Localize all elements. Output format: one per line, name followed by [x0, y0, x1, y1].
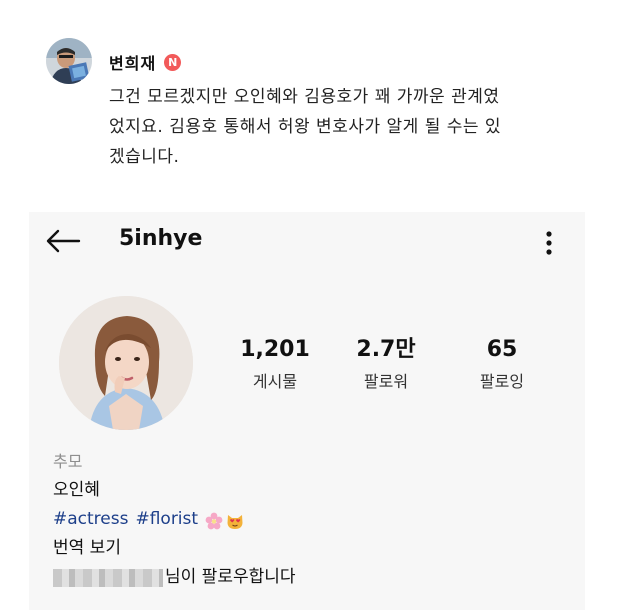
commenter-avatar[interactable] [46, 38, 92, 84]
posts-label: 게시물 [252, 372, 298, 391]
following-count: 65 [486, 337, 518, 362]
bio-category: 추모 [53, 452, 83, 471]
following-label: 팔로잉 [479, 372, 525, 391]
followed-by[interactable]: 님이 팔로우합니다 [53, 563, 573, 592]
posts-stat[interactable]: 1,201 게시물 [215, 336, 335, 392]
back-arrow-icon[interactable] [43, 226, 83, 256]
hashtag-link[interactable]: #florist [135, 505, 198, 534]
posts-count: 1,201 [240, 337, 310, 362]
blurred-usernames [53, 568, 163, 587]
profile-avatar[interactable] [59, 296, 193, 430]
hashtag-link[interactable]: #actress [53, 505, 128, 534]
comment-line: 었지요. 김용호 통해서 허왕 변호사가 알게 될 수는 있 [109, 117, 502, 137]
comment-author[interactable]: 변희재 [109, 50, 156, 74]
comment-text: 그건 모르겠지만 오인혜와 김용호가 꽤 가까운 관계였 었지요. 김용호 통해… [109, 82, 579, 172]
heart-eyes-cat-icon [226, 511, 244, 529]
followed-by-text: 님이 팔로우합니다 [165, 567, 296, 587]
instagram-profile-card: 5inhye 1,201 게시물 2.7만 팔로워 65 팔로잉 추모 오인혜 … [29, 212, 585, 610]
naver-badge-icon: N [164, 53, 182, 71]
more-options-icon[interactable] [539, 228, 559, 258]
bio-display-name: 오인혜 [53, 480, 100, 500]
followers-count: 2.7만 [356, 337, 416, 362]
followers-stat[interactable]: 2.7만 팔로워 [326, 336, 446, 392]
profile-bio: 추모 오인혜 #actress #florist 번역 보기 님이 팔로우합니다 [53, 448, 573, 592]
bio-hashtags: #actress #florist [53, 505, 573, 534]
profile-username: 5inhye [119, 226, 203, 251]
following-stat[interactable]: 65 팔로잉 [442, 336, 562, 392]
see-translation-link[interactable]: 번역 보기 [53, 534, 573, 563]
comment-line: 그건 모르겠지만 오인혜와 김용호가 꽤 가까운 관계였 [109, 87, 500, 107]
comment-line: 겠습니다. [109, 147, 180, 167]
screenshot: 변희재 N 그건 모르겠지만 오인혜와 김용호가 꽤 가까운 관계였 었지요. … [0, 0, 618, 610]
followers-label: 팔로워 [363, 372, 409, 391]
cherry-blossom-icon [205, 511, 223, 529]
comment-header: 변희재 N [109, 50, 182, 74]
profile-header: 5inhye [29, 212, 585, 272]
